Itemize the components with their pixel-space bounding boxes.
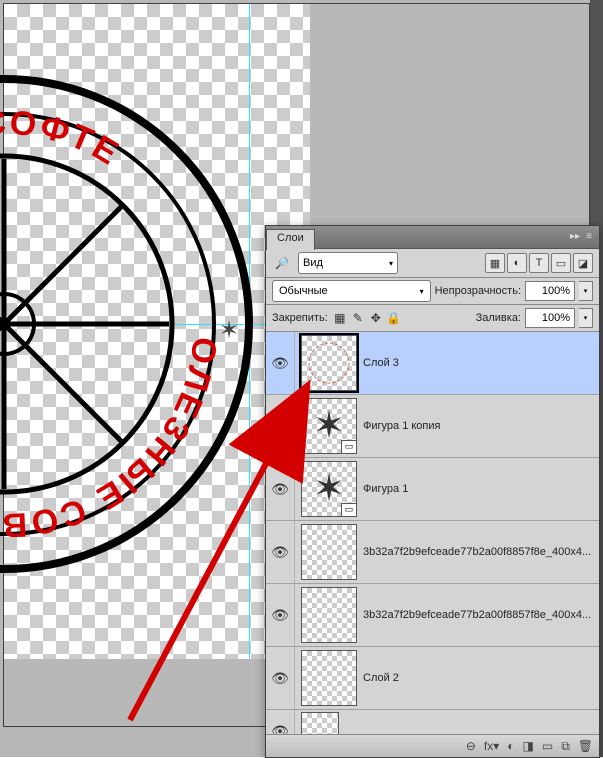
panel-menu-icon[interactable]: ≡	[583, 232, 595, 242]
shape-badge-icon: ▭	[341, 440, 357, 454]
fill-stepper[interactable]: ▾	[579, 308, 593, 328]
chevron-down-icon: ▾	[420, 287, 424, 296]
lock-option-icon[interactable]: 🔒	[386, 310, 402, 326]
panel-action-icon[interactable]: ◨	[523, 739, 534, 753]
panel-tabbar: Слои ▸▸ ≡	[266, 226, 599, 249]
tab-layers[interactable]: Слои	[266, 229, 315, 250]
visibility-toggle[interactable]: 👁	[266, 395, 295, 457]
lock-fill-row: Закрепить: ▦✎✥🔒 Заливка: 100% ▾	[266, 305, 599, 332]
panel-flyout-icon[interactable]: ▸▸	[569, 232, 581, 242]
filter-type-icon[interactable]: ◐	[507, 253, 527, 273]
lock-option-icon[interactable]: ▦	[332, 310, 348, 326]
opacity-input[interactable]: 100%	[525, 281, 575, 301]
layer-thumbnail[interactable]	[301, 335, 357, 391]
curved-text-top: ШИЙ САЙТ О СОФТЕ	[0, 104, 127, 314]
layers-panel: Слои ▸▸ ≡ 🔎 Вид ▾ ▦◐T▭◪ Обычные ▾ Непроз…	[265, 225, 600, 758]
svg-text:ОЛЕЗНЫЕ СОВЕТЫ: ОЛЕЗНЫЕ СОВЕТЫ	[0, 335, 224, 545]
layer-thumbnail[interactable]	[301, 587, 357, 643]
visibility-toggle[interactable]: 👁	[266, 710, 295, 734]
filter-kind-label: Вид	[303, 257, 323, 269]
visibility-toggle[interactable]: 👁	[266, 332, 295, 394]
panel-action-icon[interactable]: ⧉	[561, 739, 570, 754]
search-icon[interactable]: 🔎	[272, 253, 292, 273]
app-stage: ШИЙ САЙТ О СОФТЕ ОЛЕЗНЫЕ СОВЕТЫ ✶ Слои ▸…	[0, 0, 603, 757]
layer-name-label[interactable]: Слой 2	[363, 672, 599, 684]
chevron-down-icon: ▾	[389, 259, 393, 268]
artwork-wheel: ШИЙ САЙТ О СОФТЕ ОЛЕЗНЫЕ СОВЕТЫ	[0, 74, 254, 574]
layer-name-label[interactable]: 3b32a7f2b9efceade77b2a00f8857f8e_400x4..…	[363, 609, 599, 621]
panel-action-icon[interactable]: 🗑	[578, 739, 593, 753]
layer-thumbnail[interactable]	[301, 650, 357, 706]
layer-row[interactable]: 👁 Слой 2	[266, 647, 599, 710]
blend-mode-value: Обычные	[279, 285, 328, 297]
layer-thumbnail[interactable]	[301, 712, 339, 734]
fill-input[interactable]: 100%	[525, 308, 575, 328]
layer-list[interactable]: 👁Слой 3👁✶▭Фигура 1 копия👁✶▭Фигура 1👁3b32…	[266, 332, 599, 734]
svg-text:ШИЙ САЙТ О СОФТЕ: ШИЙ САЙТ О СОФТЕ	[0, 104, 127, 314]
panel-bottom-bar: ⊖ fx▾ ◐ ◨ ▭ ⧉ 🗑	[266, 734, 599, 757]
layer-name-label[interactable]: 3b32a7f2b9efceade77b2a00f8857f8e_400x4..…	[363, 546, 599, 558]
opacity-stepper[interactable]: ▾	[579, 281, 593, 301]
star-glyph: ✶	[219, 316, 239, 345]
visibility-toggle[interactable]: 👁	[266, 647, 295, 709]
curved-text-bottom: ОЛЕЗНЫЕ СОВЕТЫ	[0, 335, 224, 545]
panel-action-icon[interactable]: ⊖	[466, 739, 476, 753]
layer-row[interactable]: 👁✶▭ Фигура 1	[266, 458, 599, 521]
layer-row[interactable]: 👁✶▭ Фигура 1 копия	[266, 395, 599, 458]
layer-name-label[interactable]: Фигура 1	[363, 483, 599, 495]
layer-name-label[interactable]: Фигура 1 копия	[363, 420, 599, 432]
layer-thumbnail[interactable]: ✶▭	[301, 461, 357, 517]
fill-label: Заливка:	[476, 312, 521, 324]
blend-opacity-row: Обычные ▾ Непрозрачность: 100% ▾	[266, 278, 599, 305]
filter-type-icon[interactable]: ▦	[485, 253, 505, 273]
panel-action-icon[interactable]: fx▾	[484, 739, 499, 753]
filter-type-icon[interactable]: T	[529, 253, 549, 273]
layer-row[interactable]: 👁 Слой 3	[266, 332, 599, 395]
filter-kind-select[interactable]: Вид ▾	[298, 252, 398, 274]
filter-type-icon[interactable]: ▭	[551, 253, 571, 273]
panel-action-icon[interactable]: ▭	[542, 739, 553, 753]
lock-label: Закрепить:	[272, 312, 328, 324]
visibility-toggle[interactable]: 👁	[266, 458, 295, 520]
shape-badge-icon: ▭	[341, 503, 357, 517]
visibility-toggle[interactable]: 👁	[266, 521, 295, 583]
layer-name-label[interactable]: Слой 3	[363, 357, 599, 369]
blend-mode-select[interactable]: Обычные ▾	[272, 280, 431, 302]
layer-thumbnail[interactable]: ✶▭	[301, 398, 357, 454]
filter-type-icon[interactable]: ◪	[573, 253, 593, 273]
filter-row: 🔎 Вид ▾ ▦◐T▭◪	[266, 249, 599, 278]
lock-option-icon[interactable]: ✎	[350, 310, 366, 326]
panel-action-icon[interactable]: ◐	[507, 739, 514, 753]
visibility-toggle[interactable]: 👁	[266, 584, 295, 646]
layer-row[interactable]: 👁 3b32a7f2b9efceade77b2a00f8857f8e_400x4.…	[266, 584, 599, 647]
opacity-label: Непрозрачность:	[435, 285, 521, 297]
layer-row[interactable]: 👁 3b32a7f2b9efceade77b2a00f8857f8e_400x4.…	[266, 521, 599, 584]
lock-option-icon[interactable]: ✥	[368, 310, 384, 326]
layer-thumbnail[interactable]	[301, 524, 357, 580]
